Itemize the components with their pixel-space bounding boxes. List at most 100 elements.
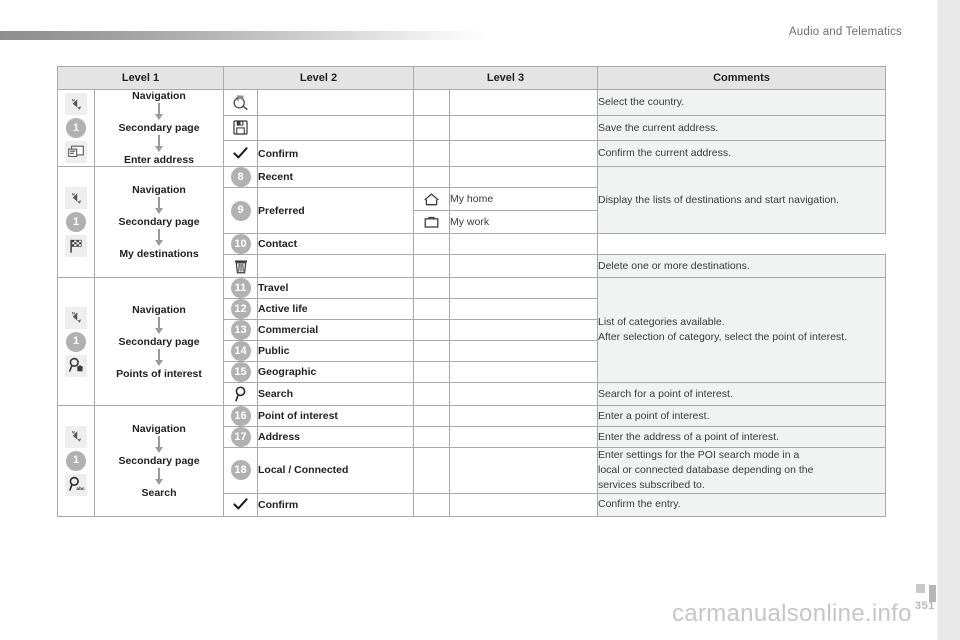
- navigation-compass-icon: N: [65, 93, 87, 115]
- level2-icon-delete[interactable]: [223, 254, 258, 278]
- level3-icon-empty: [413, 254, 450, 278]
- comment-text: Delete one or more destinations.: [597, 254, 886, 278]
- country-search-icon: [230, 91, 252, 113]
- footer-marker: [916, 584, 925, 593]
- level2-label-preferred[interactable]: Preferred: [257, 187, 414, 234]
- level3-icon-my-home[interactable]: [413, 187, 450, 211]
- level2-label-point-of-interest[interactable]: Point of interest: [257, 405, 414, 427]
- column-header-comments: Comments: [597, 66, 886, 90]
- level2-icon-confirm[interactable]: [223, 492, 258, 517]
- comment-text: Confirm the entry.: [597, 492, 886, 517]
- level2-icon-public[interactable]: 14: [223, 340, 258, 362]
- flow-step-label: Navigation: [132, 90, 186, 102]
- header-rule: [0, 31, 490, 40]
- navigation-compass-icon: N: [65, 425, 87, 448]
- level2-label-commercial[interactable]: Commercial: [257, 319, 414, 341]
- step-number-badge: 1: [66, 118, 86, 138]
- level2-icon-commercial[interactable]: 13: [223, 319, 258, 341]
- group-icons-search: N 1 abc: [57, 405, 95, 517]
- level2-label-active-life[interactable]: Active life: [257, 298, 414, 320]
- flow-arrow-icon: [154, 135, 164, 153]
- flow-step-label: Secondary page: [118, 335, 200, 348]
- level2-label-contact[interactable]: Contact: [257, 233, 414, 255]
- level2-label-empty: [257, 254, 414, 278]
- level2-icon-point-of-interest[interactable]: 16: [223, 405, 258, 427]
- level2-icon-select-country[interactable]: [223, 89, 258, 116]
- checkmark-icon: [230, 143, 252, 165]
- level1-flow-my-destinations: Navigation Secondary page My destination…: [94, 166, 224, 278]
- flow-step-label: Secondary page: [118, 216, 200, 228]
- level2-icon-local-connected[interactable]: 18: [223, 447, 258, 494]
- level3-icon-my-work[interactable]: [413, 210, 450, 234]
- level2-label-search[interactable]: Search: [257, 382, 414, 406]
- flow-step-label: Secondary page: [118, 454, 200, 467]
- level2-label-local-connected[interactable]: Local / Connected: [257, 447, 414, 494]
- level3-icon-empty: [413, 233, 450, 255]
- level3-icon-empty: [413, 89, 450, 116]
- level2-label-confirm[interactable]: Confirm: [257, 492, 414, 517]
- level2-label-public[interactable]: Public: [257, 340, 414, 362]
- flow-step-label: Search: [141, 486, 177, 499]
- level2-icon-travel[interactable]: 11: [223, 277, 258, 299]
- svg-text:N: N: [72, 312, 75, 316]
- level2-icon-recent[interactable]: 8: [223, 166, 258, 188]
- level3-icon-empty: [413, 319, 450, 341]
- level2-icon-preferred[interactable]: 9: [223, 187, 258, 234]
- level2-label-empty: [257, 89, 414, 116]
- group-icons-enter-address: N 1: [57, 89, 95, 167]
- level3-icon-empty: [413, 382, 450, 406]
- flow-arrow-icon: [154, 467, 164, 486]
- level3-label-empty: [449, 382, 598, 406]
- level2-icon-active-life[interactable]: 12: [223, 298, 258, 320]
- level2-label-geographic[interactable]: Geographic: [257, 361, 414, 383]
- level3-icon-empty: [413, 298, 450, 320]
- level3-label-my-home[interactable]: My home: [449, 187, 598, 211]
- briefcase-icon: [421, 211, 443, 233]
- level3-icon-empty: [413, 447, 450, 494]
- comment-line: After selection of category, select the …: [598, 331, 848, 343]
- level2-icon-contact[interactable]: 10: [223, 233, 258, 255]
- group-icons-points-of-interest: N 1: [57, 277, 95, 406]
- menu-structure-table: Level 1 Level 2 Level 3 Comments N 1 Nav…: [57, 66, 886, 517]
- level3-label-empty: [449, 254, 598, 278]
- level3-icon-empty: [413, 405, 450, 427]
- level3-label-empty: [449, 319, 598, 341]
- level3-label-empty: [449, 426, 598, 448]
- level3-label-empty: [449, 492, 598, 517]
- step-number-badge: 1: [66, 331, 86, 352]
- step-number-badge: 13: [230, 320, 251, 340]
- level2-label-recent[interactable]: Recent: [257, 166, 414, 188]
- column-header-level3: Level 3: [413, 66, 598, 90]
- comment-text: List of categories available. After sele…: [597, 277, 886, 383]
- flow-step-label: Navigation: [132, 422, 186, 435]
- flow-arrow-icon: [154, 435, 164, 454]
- svg-text:N: N: [72, 431, 75, 435]
- comment-text: Enter settings for the POI search mode i…: [597, 447, 886, 494]
- level3-label-empty: [449, 140, 598, 167]
- step-number-badge: 15: [230, 362, 251, 382]
- comment-text: Confirm the current address.: [597, 140, 886, 167]
- text-search-magnifier-icon: abc: [65, 473, 87, 496]
- level3-icon-empty: [413, 340, 450, 362]
- watermark: carmanualsonline.info: [672, 600, 912, 627]
- column-header-level2: Level 2: [223, 66, 414, 90]
- level2-label-confirm[interactable]: Confirm: [257, 140, 414, 167]
- level2-icon-address[interactable]: 17: [223, 426, 258, 448]
- level2-icon-confirm[interactable]: [223, 140, 258, 167]
- level3-label-empty: [449, 89, 598, 116]
- level2-label-travel[interactable]: Travel: [257, 277, 414, 299]
- level2-label-address[interactable]: Address: [257, 426, 414, 448]
- page-gutter: [938, 0, 960, 640]
- svg-text:N: N: [72, 98, 75, 102]
- comment-line: Enter settings for the POI search mode i…: [598, 449, 800, 461]
- level3-label-my-work[interactable]: My work: [449, 210, 598, 234]
- house-icon: [421, 188, 443, 210]
- trash-bin-icon: [230, 255, 252, 277]
- level3-label-empty: [449, 298, 598, 320]
- level2-icon-save-address[interactable]: [223, 114, 258, 142]
- level2-icon-geographic[interactable]: 15: [223, 361, 258, 383]
- comment-line: services subscribed to.: [598, 478, 705, 491]
- comment-text: Select the country.: [597, 89, 886, 116]
- comment-text: Enter the address of a point of interest…: [597, 426, 886, 448]
- level2-icon-search[interactable]: [223, 382, 258, 406]
